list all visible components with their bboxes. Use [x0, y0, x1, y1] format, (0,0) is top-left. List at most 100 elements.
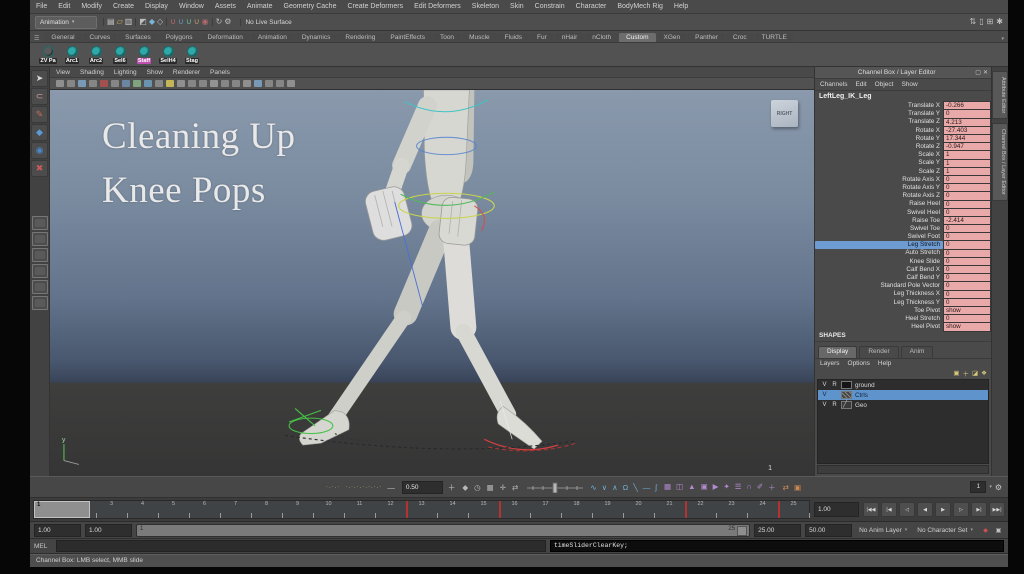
viewport-menu-renderer[interactable]: Renderer: [173, 69, 200, 76]
make-live-icon[interactable]: ◉: [202, 18, 209, 26]
viewport-menu-shading[interactable]: Shading: [80, 69, 104, 76]
viewport-toolbar-icon[interactable]: [166, 80, 174, 87]
viewport-toolbar-icon[interactable]: [210, 80, 218, 87]
layer-row-geo[interactable]: VR Geo: [818, 400, 988, 410]
viewport-toolbar-icon[interactable]: [56, 80, 64, 87]
layer-list-scrollbar[interactable]: [817, 465, 989, 474]
playback-speed-field[interactable]: 1.00: [814, 502, 859, 517]
layer-renderable-toggle[interactable]: R: [831, 402, 838, 408]
shelf-tab-surfaces[interactable]: Surfaces: [118, 33, 158, 42]
layer-tab-anim[interactable]: Anim: [900, 346, 934, 358]
layout-shortcut-button[interactable]: [31, 264, 48, 278]
clock-icon[interactable]: ◷: [474, 483, 481, 492]
layout-shortcut-button[interactable]: [31, 280, 48, 294]
range-slider[interactable]: 1 25: [136, 523, 751, 537]
render-settings-icon[interactable]: ⚙: [224, 18, 231, 26]
viewport-toolbar-icon[interactable]: [89, 80, 97, 87]
tween-slider[interactable]: [525, 481, 585, 493]
playback-button-2[interactable]: ◁: [899, 502, 915, 517]
layer-visibility-toggle[interactable]: V: [821, 402, 828, 408]
viewport-toolbar-icon[interactable]: [188, 80, 196, 87]
channel-row-heel-pivot[interactable]: Heel Pivot show: [815, 322, 991, 332]
panel-tab-channel-box-layer-editor[interactable]: Channel Box / Layer Editor: [992, 123, 1008, 202]
viewport-toolbar-icon[interactable]: [144, 80, 152, 87]
playblast-icon[interactable]: ▣: [794, 483, 801, 492]
viewport-menu-show[interactable]: Show: [147, 69, 163, 76]
playback-button-4[interactable]: ▶: [935, 502, 951, 517]
new-layer-selected-icon[interactable]: ❖: [981, 369, 987, 377]
scale-tool-icon[interactable]: ✖: [31, 160, 48, 177]
viewport-toolbar-icon[interactable]: [232, 80, 240, 87]
layout-shortcut-button[interactable]: [31, 216, 48, 230]
menu-skeleton[interactable]: Skeleton: [472, 3, 499, 10]
anim-utility-icon[interactable]: ✐: [757, 482, 763, 493]
paint-select-tool-icon[interactable]: ✎: [31, 106, 48, 123]
move-layer-icon[interactable]: ▣: [953, 369, 959, 377]
menu-create[interactable]: Create: [113, 3, 134, 10]
viewport-menu-lighting[interactable]: Lighting: [114, 69, 137, 76]
shelf-tab-custom[interactable]: Custom: [619, 33, 656, 42]
shelf-tab-panther[interactable]: Panther: [688, 33, 725, 42]
select-component-icon[interactable]: ◇: [157, 18, 163, 26]
layout-shortcut-button[interactable]: [31, 248, 48, 262]
viewport-toolbar-icon[interactable]: [67, 80, 75, 87]
channel-box-menu-edit[interactable]: Edit: [855, 81, 866, 88]
viewport-toolbar-icon[interactable]: [276, 80, 284, 87]
channel-box-menu-show[interactable]: Show: [901, 81, 917, 88]
anim-utility-icon[interactable]: ◫: [676, 482, 683, 493]
layer-row-ground[interactable]: V Rground: [818, 380, 988, 390]
menu-bodymech-rig[interactable]: BodyMech Rig: [617, 3, 663, 10]
viewport-toolbar-icon[interactable]: [122, 80, 130, 87]
viewport-toolbar-icon[interactable]: [254, 80, 262, 87]
move-tool-icon[interactable]: ◆: [31, 124, 48, 141]
lasso-tool-icon[interactable]: ⊂: [31, 88, 48, 105]
menu-create-deformers[interactable]: Create Deformers: [347, 3, 403, 10]
viewport-menu-view[interactable]: View: [56, 69, 70, 76]
menu-animate[interactable]: Animate: [247, 3, 273, 10]
layer-color-swatch[interactable]: [841, 381, 852, 390]
shelf-tab-polygons[interactable]: Polygons: [158, 33, 200, 42]
playback-button-5[interactable]: ▷: [953, 502, 969, 517]
curve-type-icon[interactable]: ∨: [602, 483, 608, 492]
shelf-item-sel6[interactable]: Sel6: [110, 45, 130, 64]
gear-icon[interactable]: ⚙: [995, 483, 1002, 492]
animation-end-field[interactable]: 50.00: [805, 523, 853, 537]
viewport-toolbar-icon[interactable]: [177, 80, 185, 87]
shelf-overflow-icon[interactable]: ▾: [1001, 36, 1004, 42]
shelf-tab-fluids[interactable]: Fluids: [497, 33, 529, 42]
align-icon[interactable]: ✛: [500, 483, 506, 492]
viewport-toolbar-icon[interactable]: [78, 80, 86, 87]
new-layer-icon[interactable]: ◪: [972, 369, 978, 377]
anim-utility-icon[interactable]: ☰: [735, 482, 742, 493]
select-object-icon[interactable]: ◆: [149, 18, 155, 26]
anim-utility-icon[interactable]: ▲: [688, 482, 695, 493]
rotate-tool-icon[interactable]: ◉: [31, 142, 48, 159]
shelf-tab-animation[interactable]: Animation: [250, 33, 294, 42]
tween-plus-button[interactable]: ＋: [448, 482, 456, 493]
shelf-item-arc2[interactable]: Arc2: [86, 45, 106, 64]
playblast-icon[interactable]: ⇄: [783, 483, 789, 492]
snap-grid-icon[interactable]: ∪: [170, 18, 176, 26]
select-hierarchy-icon[interactable]: ◩: [139, 18, 147, 26]
menu-window[interactable]: Window: [179, 3, 204, 10]
viewport-toolbar-icon[interactable]: [199, 80, 207, 87]
menu-assets[interactable]: Assets: [215, 3, 236, 10]
shelf-item-stag[interactable]: Stag: [182, 45, 202, 64]
menu-file[interactable]: File: [36, 3, 47, 10]
playback-button-1[interactable]: |◀: [881, 502, 897, 517]
layer-color-swatch[interactable]: [841, 391, 852, 400]
curve-type-icon[interactable]: ʃ: [655, 483, 657, 492]
shelf-item-arc1[interactable]: Arc1: [62, 45, 82, 64]
playback-end-field[interactable]: 25.00: [754, 523, 802, 537]
viewport-toolbar-icon[interactable]: [265, 80, 273, 87]
shelf-item-staff[interactable]: Staff: [134, 45, 154, 64]
range-slider-handle[interactable]: [737, 525, 748, 536]
viewport-toolbar-icon[interactable]: [155, 80, 163, 87]
menu-edit-deformers[interactable]: Edit Deformers: [414, 3, 461, 10]
shelf-tab-nhair[interactable]: nHair: [554, 33, 585, 42]
menu-geometry-cache[interactable]: Geometry Cache: [284, 3, 337, 10]
anim-layer-selector[interactable]: No Anim Layer ▾: [856, 527, 910, 534]
shelf-item-selh4[interactable]: SelH4: [158, 45, 178, 64]
channel-box-close-icon[interactable]: ✕: [983, 69, 988, 76]
snap-curve-icon[interactable]: ∪: [178, 18, 184, 26]
